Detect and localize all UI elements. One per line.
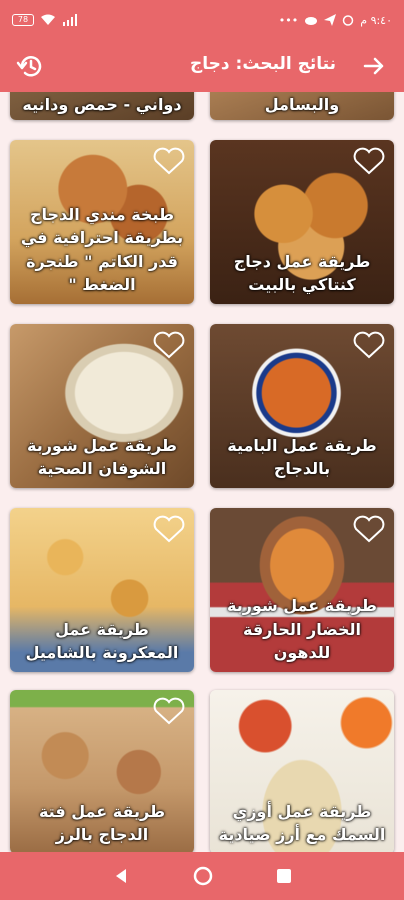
heart-icon[interactable] <box>152 514 186 544</box>
cloud-icon <box>305 17 318 25</box>
wifi-icon <box>41 14 55 25</box>
recipe-title: طريقة عمل شوربة الخضار الحارقة للدهون <box>226 596 377 662</box>
heart-icon[interactable] <box>152 330 186 360</box>
heart-icon[interactable] <box>352 514 386 544</box>
battery-icon: 78 <box>12 14 34 26</box>
status-time: ٩:٤٠ م <box>360 13 392 27</box>
recipe-title: والبسامل <box>264 94 340 114</box>
recipe-card[interactable]: دواني - حمص ودانيه <box>10 92 194 120</box>
recipe-title: دواني - حمص ودانيه <box>22 94 182 114</box>
heart-icon[interactable] <box>352 330 386 360</box>
recipe-card[interactable]: طبخة مندي الدجاج بطريقة احترافية في قدر … <box>10 140 194 304</box>
recipe-title: طريقة عمل أوزي السمك مع أرز صيادية <box>218 801 386 844</box>
history-icon <box>16 56 42 77</box>
heart-icon[interactable] <box>152 146 186 176</box>
recipe-title: طريقة عمل المعكرونة بالشاميل <box>25 619 179 662</box>
recipe-title: طريقة عمل دجاج كنتاكي بالبيت <box>233 251 371 294</box>
recipe-title: طريقة عمل شوربة الشوفان الصحية <box>26 435 177 478</box>
recipe-title: طريقة عمل البامية بالدجاج <box>227 435 377 478</box>
recipe-title: طبخة مندي الدجاج بطريقة احترافية في قدر … <box>20 205 184 294</box>
nav-recents-icon[interactable] <box>275 867 293 885</box>
more-icon: ••• <box>278 13 299 27</box>
arrow-right-icon <box>363 57 384 75</box>
send-icon <box>324 14 337 26</box>
signal-icon <box>63 14 77 26</box>
status-right: ••• ٩:٤٠ م <box>279 14 392 27</box>
results-grid[interactable]: دواني - حمص ودانيه والبسامل طبخة مندي ال… <box>0 92 404 852</box>
recipe-card[interactable]: طريقة عمل شوربة الشوفان الصحية <box>10 324 194 488</box>
recipe-card[interactable]: طريقة عمل المعكرونة بالشاميل <box>10 508 194 672</box>
heart-icon[interactable] <box>152 696 186 726</box>
heart-icon[interactable] <box>352 146 386 176</box>
status-bar: 78 ••• ٩:٤٠ م <box>0 0 404 40</box>
app-bar: نتائج البحث: دجاج <box>0 40 404 92</box>
recipe-card[interactable]: طريقة عمل فتة الدجاج بالرز <box>10 690 194 852</box>
nav-back-icon[interactable] <box>111 866 131 886</box>
recipe-card[interactable]: طريقة عمل دجاج كنتاكي بالبيت <box>210 140 394 304</box>
nav-home-icon[interactable] <box>192 865 214 887</box>
status-left: 78 <box>12 14 78 26</box>
recipe-title: طريقة عمل فتة الدجاج بالرز <box>38 801 166 844</box>
system-nav-bar <box>0 852 404 900</box>
recipe-card[interactable]: طريقة عمل أوزي السمك مع أرز صيادية <box>210 690 394 852</box>
recipe-card[interactable]: طريقة عمل شوربة الخضار الحارقة للدهون <box>210 508 394 672</box>
page-title: نتائج البحث: دجاج <box>190 54 336 74</box>
back-button[interactable] <box>356 48 392 84</box>
history-button[interactable] <box>12 48 48 84</box>
recipe-card[interactable]: والبسامل <box>210 92 394 120</box>
alarm-icon <box>343 15 354 26</box>
recipe-card[interactable]: طريقة عمل البامية بالدجاج <box>210 324 394 488</box>
